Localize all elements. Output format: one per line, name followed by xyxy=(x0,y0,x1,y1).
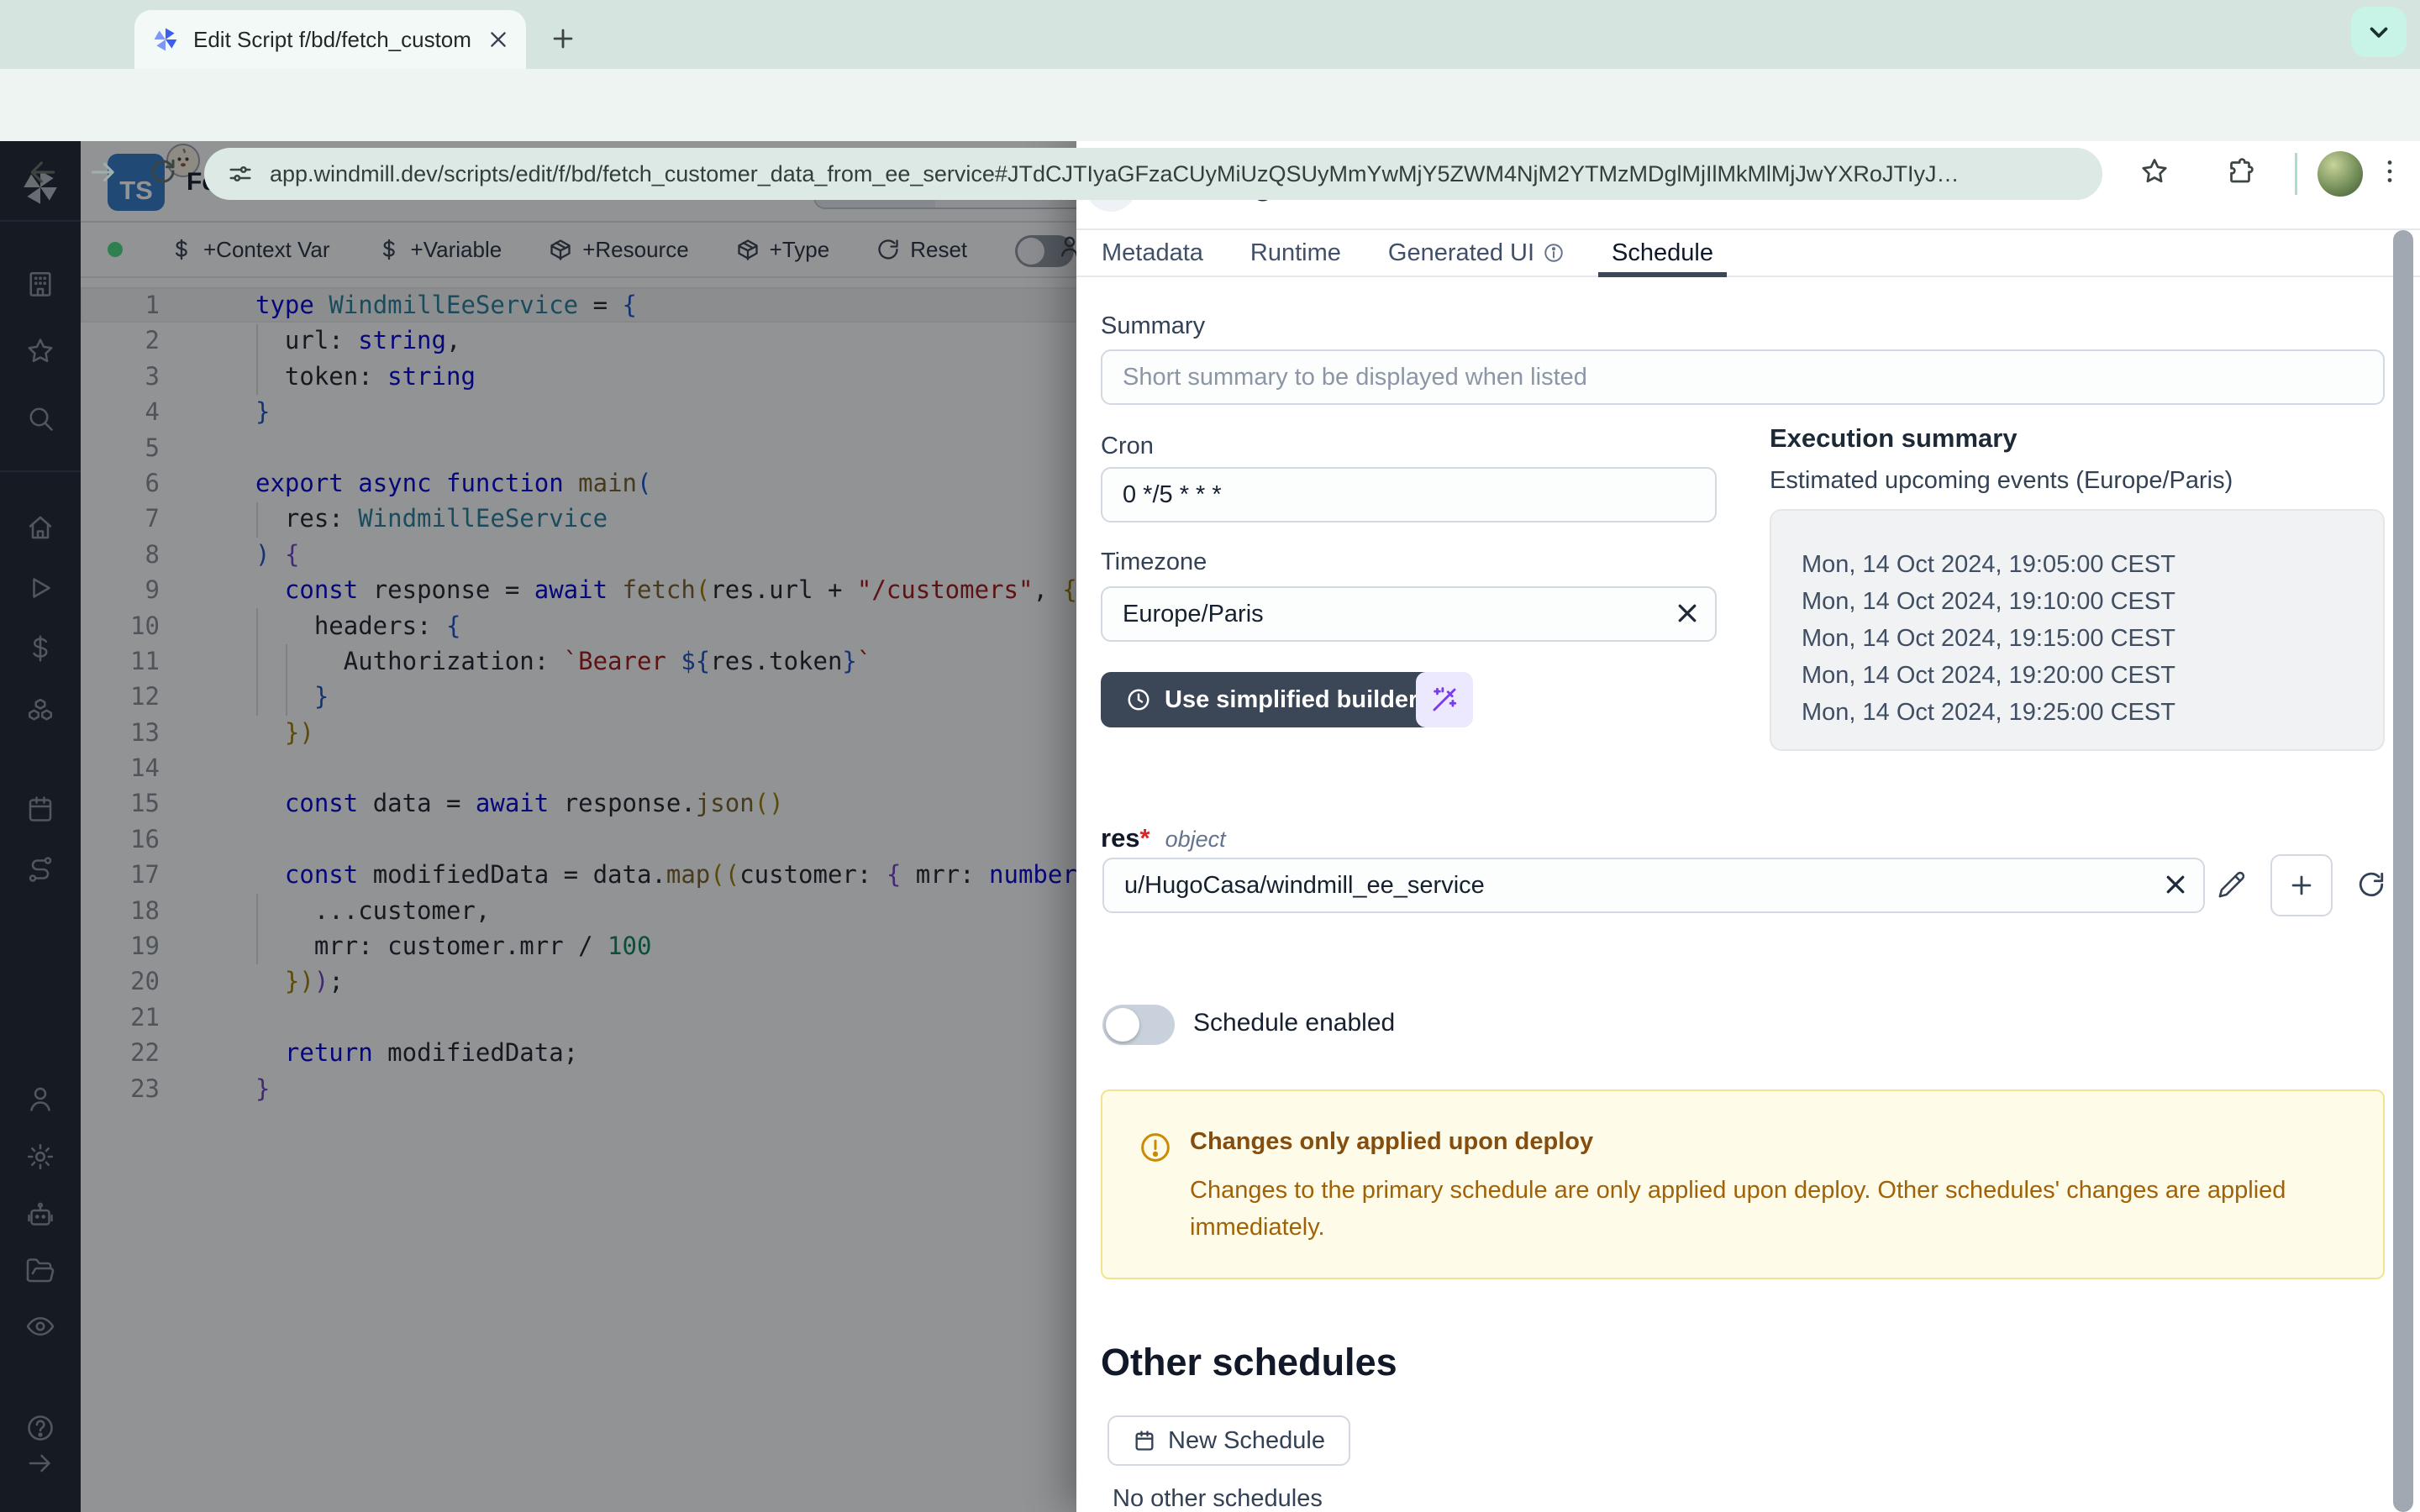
schedule-enabled-toggle[interactable] xyxy=(1102,1005,1175,1045)
warning-icon xyxy=(1139,1131,1172,1164)
toolbar-divider xyxy=(2295,153,2297,195)
plus-icon xyxy=(2287,871,2316,900)
close-icon xyxy=(1675,601,1700,626)
upcoming-event: Mon, 14 Oct 2024, 19:10:00 CEST xyxy=(1802,583,2383,620)
edit-resource-pencil-icon[interactable] xyxy=(2217,870,2246,899)
arrow-left-icon xyxy=(27,156,59,188)
tab-label: Runtime xyxy=(1250,239,1341,267)
summary-label: Summary xyxy=(1101,312,1205,340)
info-icon xyxy=(1543,242,1565,264)
add-resource-button[interactable] xyxy=(2270,854,2333,916)
close-icon xyxy=(487,29,509,50)
extensions-icon[interactable] xyxy=(2225,156,2260,192)
upcoming-event: Mon, 14 Oct 2024, 19:15:00 CEST xyxy=(1802,620,2383,657)
site-settings-icon[interactable] xyxy=(228,161,253,186)
browser-tab[interactable]: Edit Script f/bd/fetch_custom xyxy=(134,10,526,69)
settings-tab-generated-ui[interactable]: Generated UI xyxy=(1375,230,1578,276)
windmill-favicon-icon xyxy=(151,25,180,54)
warning-body: Changes to the primary schedule are only… xyxy=(1190,1172,2341,1246)
ai-wand-button[interactable] xyxy=(1416,672,1473,727)
puzzle-icon xyxy=(2225,156,2255,186)
browser-toolbar: app.windmill.dev/scripts/edit/f/bd/fetch… xyxy=(0,69,2420,141)
schedule-enabled-label: Schedule enabled xyxy=(1193,1009,1395,1037)
res-field-type: object xyxy=(1165,827,1226,853)
timezone-clear-icon[interactable] xyxy=(1675,601,1700,626)
summary-input[interactable] xyxy=(1101,349,2385,405)
new-schedule-label: New Schedule xyxy=(1168,1427,1325,1455)
res-field-header: res* object xyxy=(1101,823,1226,853)
cron-label: Cron xyxy=(1101,433,1154,460)
clock-icon xyxy=(1126,687,1151,712)
settings-tabs: Metadata Runtime Generated UI Schedule xyxy=(1076,228,2420,277)
clock-icon xyxy=(1126,687,1151,712)
tab-search-chevron-button[interactable] xyxy=(2351,7,2407,57)
profile-avatar[interactable] xyxy=(2317,151,2363,197)
address-bar[interactable]: app.windmill.dev/scripts/edit/f/bd/fetch… xyxy=(204,148,2102,200)
tune-icon xyxy=(228,161,253,186)
timezone-label: Timezone xyxy=(1101,549,1207,576)
dots-icon xyxy=(2375,156,2405,186)
timezone-input[interactable] xyxy=(1101,586,1717,642)
calendar-icon xyxy=(1133,1429,1156,1452)
bookmark-star-icon[interactable] xyxy=(2139,156,2175,192)
builder-button-label: Use simplified builder xyxy=(1165,686,1418,714)
other-schedules-title: Other schedules xyxy=(1101,1341,1397,1384)
star-icon xyxy=(2139,156,2170,186)
settings-tab-schedule[interactable]: Schedule xyxy=(1598,230,1727,276)
upcoming-event: Mon, 14 Oct 2024, 19:25:00 CEST xyxy=(1802,694,2383,731)
plus-icon xyxy=(549,24,577,53)
resource-input[interactable] xyxy=(1102,858,2205,913)
tab-title: Edit Script f/bd/fetch_custom xyxy=(193,27,474,53)
windmill-logo-icon xyxy=(151,25,180,54)
rotate-icon xyxy=(2357,870,2386,899)
back-button[interactable] xyxy=(27,156,62,192)
calendar-icon xyxy=(1133,1429,1156,1452)
new-schedule-button[interactable]: New Schedule xyxy=(1107,1415,1350,1466)
tab-label: Schedule xyxy=(1612,239,1713,267)
pencil-icon xyxy=(2217,870,2246,899)
execution-summary-title: Execution summary xyxy=(1770,423,2018,454)
use-simplified-builder-button[interactable]: Use simplified builder xyxy=(1101,672,1443,727)
new-tab-button[interactable] xyxy=(544,20,581,57)
reload-icon xyxy=(148,156,178,186)
execution-summary-subtitle: Estimated upcoming events (Europe/Paris) xyxy=(1770,467,2233,495)
chevron-down-icon xyxy=(2365,18,2393,46)
resource-clear-icon[interactable] xyxy=(2163,872,2188,897)
url-text: app.windmill.dev/scripts/edit/f/bd/fetch… xyxy=(270,161,1959,187)
reload-button[interactable] xyxy=(148,156,183,192)
res-field-name: res xyxy=(1101,823,1140,853)
settings-tab-runtime[interactable]: Runtime xyxy=(1237,230,1355,276)
modal-dim-overlay[interactable] xyxy=(0,141,1076,1512)
no-other-schedules-text: No other schedules xyxy=(1113,1485,1323,1512)
tab-close-icon[interactable] xyxy=(487,29,509,50)
required-asterisk: * xyxy=(1140,823,1150,853)
settings-tab-metadata[interactable]: Metadata xyxy=(1088,230,1217,276)
upcoming-event: Mon, 14 Oct 2024, 19:05:00 CEST xyxy=(1802,546,2383,583)
wand-icon xyxy=(1430,685,1459,714)
deploy-warning-box: Changes only applied upon deploy Changes… xyxy=(1101,1089,2385,1279)
tab-label: Generated UI xyxy=(1388,239,1534,267)
cron-input[interactable] xyxy=(1101,467,1717,522)
warning-title: Changes only applied upon deploy xyxy=(1190,1128,1593,1156)
warning-icon xyxy=(1139,1131,1172,1164)
refresh-resource-icon[interactable] xyxy=(2357,870,2386,899)
upcoming-events-panel: Mon, 14 Oct 2024, 19:05:00 CESTMon, 14 O… xyxy=(1770,509,2385,751)
close-icon xyxy=(2163,872,2188,897)
drawer-scrollbar[interactable] xyxy=(2393,230,2413,1512)
browser-tab-strip: Edit Script f/bd/fetch_custom xyxy=(0,0,2420,69)
forward-button[interactable] xyxy=(87,156,123,192)
browser-menu-icon[interactable] xyxy=(2375,156,2410,192)
upcoming-event: Mon, 14 Oct 2024, 19:20:00 CEST xyxy=(1802,657,2383,694)
settings-drawer: Settings MetadataRuntimeGenerated UISche… xyxy=(1076,141,2420,1512)
arrow-right-icon xyxy=(87,156,119,188)
tab-label: Metadata xyxy=(1102,239,1203,267)
